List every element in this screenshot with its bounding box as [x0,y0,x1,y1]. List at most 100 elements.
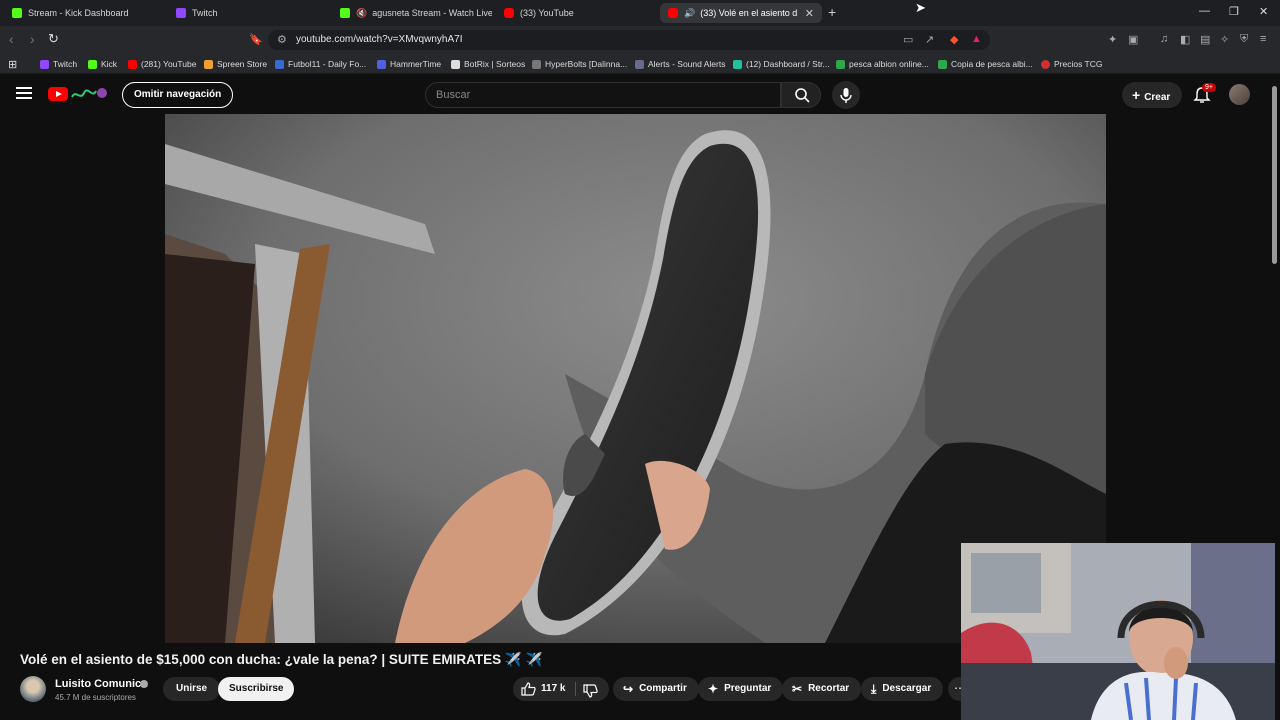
bookmark-kick[interactable]: Kick [88,57,117,71]
reload-icon[interactable]: ↻ [48,31,59,47]
share-button[interactable]: ↪ Compartir [613,677,699,701]
share-icon[interactable]: ↗ [925,33,934,46]
bookmark-hammertime[interactable]: HammerTime [377,57,441,71]
tab-youtube-video[interactable]: 🔊 (33) Volé en el asiento de $15 ✕ [660,3,822,23]
youtube-logo-icon[interactable] [48,87,68,101]
bookmark-futbol11[interactable]: Futbol11 - Daily Fo... [275,57,366,71]
bookmark-spreen-store[interactable]: Spreen Store [204,57,267,71]
bookmark-label: Copia de pesca albi... [951,59,1033,69]
tab-label: (33) Volé en el asiento de $15 [700,8,797,18]
menu-icon[interactable]: ≡ [1260,33,1266,45]
address-bar[interactable]: ⚙ youtube.com/watch?v=XMvqwnyhA7I [268,30,990,50]
tab-label: agusneta Stream - Watch Live on [372,8,492,18]
new-tab-button[interactable]: + [828,4,836,20]
bookmark-label: Kick [101,59,118,69]
skip-navigation-button[interactable]: Omitir navegación [122,82,234,108]
twitch-icon [40,59,49,69]
bookmark-pesca-albion[interactable]: pesca albion online... [836,57,929,71]
download-icon: ⤓ [871,682,877,696]
twitch-icon [176,8,186,18]
tab-label: (33) YouTube [520,8,574,18]
tab-label: Twitch [192,8,218,18]
bookmark-label: Alerts - Sound Alerts [648,59,726,69]
bookmark-copia-pesca[interactable]: Copia de pesca albi... [938,57,1033,71]
brave-shield-icon[interactable]: ◆ [950,33,958,46]
pokeball-icon [1041,59,1050,69]
bookmark-label: Spreen Store [217,59,268,69]
bookmark-botrix[interactable]: BotRix | Sorteos [451,57,525,71]
channel-name[interactable]: Luisito Comunica [55,678,147,690]
download-label: Descargar [882,683,932,694]
create-button[interactable]: + Crear [1122,82,1183,108]
tab-label: Stream - Kick Dashboard [28,8,129,18]
leo-ai-icon[interactable]: ✧ [1220,33,1229,46]
youtube-header: Omitir navegación Buscar + Crear 9+ [0,74,1280,114]
url-text: youtube.com/watch?v=XMvqwnyhA7I [296,34,463,45]
plus-icon: + [1132,87,1141,103]
search-button[interactable] [781,82,821,108]
tab-agusneta-stream[interactable]: 🔇 agusneta Stream - Watch Live on [332,3,492,23]
search-input[interactable]: Buscar [425,82,781,108]
scrollbar-thumb[interactable] [1272,86,1277,264]
tab-youtube-home[interactable]: (33) YouTube [496,3,656,23]
tab-kick-dashboard[interactable]: Stream - Kick Dashboard [4,3,164,23]
hamburger-menu-icon[interactable] [16,87,32,99]
youtube-icon [504,8,514,18]
verified-badge-icon [140,680,148,688]
back-icon[interactable]: ‹ [9,31,14,47]
cast-icon[interactable]: ▭ [903,33,913,46]
clip-label: Recortar [808,683,850,694]
bookmark-label: BotRix | Sorteos [464,59,526,69]
ask-button[interactable]: ✦ Preguntar [698,677,784,701]
tab-twitch[interactable]: Twitch [168,3,328,23]
mouse-cursor-icon: ➤ [915,0,926,15]
vpn-icon[interactable]: ⛨ [1240,33,1248,46]
close-tab-icon[interactable]: ✕ [805,7,814,20]
like-count[interactable]: 117 k [541,683,565,694]
like-icon[interactable] [521,682,536,696]
notification-count-badge: 9+ [1202,83,1216,92]
voice-search-button[interactable] [832,81,860,109]
download-button[interactable]: ⤓ Descargar [861,677,944,701]
apps-grid-icon[interactable]: ⊞ [8,57,17,71]
sparkle-icon: ✦ [708,682,719,696]
scissors-icon: ✂ [792,682,803,696]
sidebar-icon[interactable]: ◧ [1180,33,1190,46]
subscribe-button[interactable]: Suscribirse [218,677,295,701]
wallet-icon[interactable]: ▤ [1200,33,1210,46]
reading-list-icon[interactable]: ▣ [1128,33,1138,46]
bookmark-dashboard[interactable]: (12) Dashboard / Str... [733,57,830,71]
mute-icon[interactable]: 🔇 [356,8,367,19]
dislike-icon[interactable] [583,684,598,698]
bookmark-hyperbolts[interactable]: HyperBolts [Dalinna... [532,57,627,71]
kick-icon [12,8,22,18]
forward-icon[interactable]: › [30,31,35,47]
share-label: Compartir [639,683,687,694]
bookmark-sound-alerts[interactable]: Alerts - Sound Alerts [635,57,725,71]
bookmark-label: (281) YouTube [141,59,197,69]
site-settings-icon[interactable]: ⚙ [277,30,287,50]
minimize-icon[interactable]: — [1199,5,1210,17]
brave-rewards-icon[interactable]: ▲ [971,33,982,45]
bookmark-icon[interactable]: 🔖 [249,33,263,46]
botrix-icon [451,59,460,69]
share-arrow-icon: ↪ [623,682,634,696]
maximize-icon[interactable]: ❐ [1229,5,1239,18]
webcam-image [961,543,1275,720]
youtube-doodle-logo[interactable] [70,85,108,103]
channel-avatar[interactable] [20,676,46,702]
audio-playing-icon[interactable]: 🔊 [684,8,695,19]
close-window-icon[interactable]: ✕ [1259,5,1268,18]
bookmarks-bar: ⊞ Twitch Kick (281) YouTube Spreen Store… [0,54,1280,74]
account-avatar[interactable] [1229,84,1250,105]
media-icon[interactable]: ♫ [1160,33,1168,45]
ask-label: Preguntar [724,683,772,694]
bookmark-twitch[interactable]: Twitch [40,57,77,71]
bookmark-youtube[interactable]: (281) YouTube [128,57,196,71]
join-button[interactable]: Unirse [163,677,221,701]
clip-button[interactable]: ✂ Recortar [782,677,862,701]
video-title: Volé en el asiento de $15,000 con ducha:… [20,652,543,667]
bookmark-precios-tcg[interactable]: Precios TCG [1041,57,1103,71]
extensions-icon[interactable]: ✦ [1108,33,1117,46]
create-label: Crear [1144,92,1171,103]
